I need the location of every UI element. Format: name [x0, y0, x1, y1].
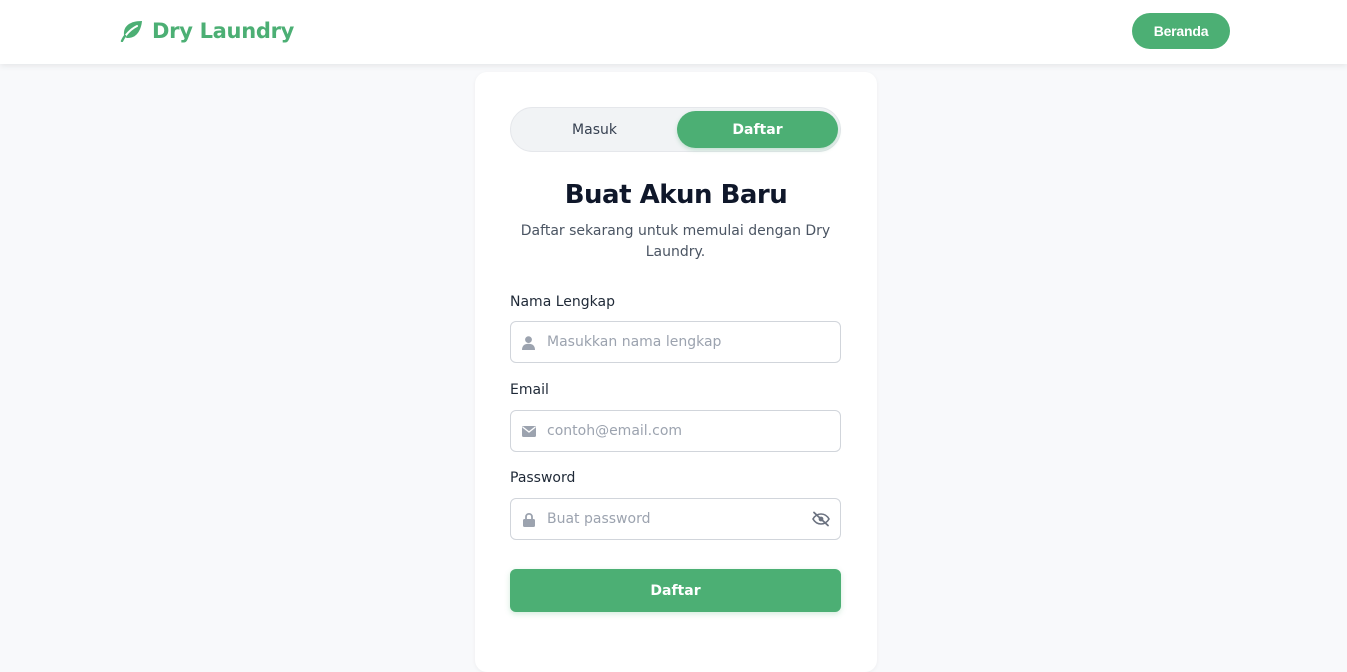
register-card: Masuk Daftar Buat Akun Baru Daftar sekar…: [475, 72, 877, 672]
eye-slash-icon[interactable]: [812, 511, 830, 527]
email-input[interactable]: [547, 411, 797, 451]
full-name-label: Nama Lengkap: [510, 294, 615, 310]
full-name-input[interactable]: [547, 322, 797, 362]
home-button[interactable]: Beranda: [1132, 13, 1230, 49]
brand-logo[interactable]: Dry Laundry: [120, 18, 294, 44]
register-submit-button[interactable]: Daftar: [510, 569, 841, 612]
auth-tabs: Masuk Daftar: [510, 107, 841, 152]
tab-register[interactable]: Daftar: [677, 111, 838, 148]
navbar: Dry Laundry Beranda: [0, 0, 1347, 64]
email-label: Email: [510, 382, 549, 398]
page-title: Buat Akun Baru: [564, 180, 788, 210]
password-field: [510, 498, 841, 540]
password-input[interactable]: [547, 499, 797, 539]
tab-login[interactable]: Masuk: [514, 111, 675, 148]
brand-name: Dry Laundry: [152, 19, 295, 43]
envelope-icon: [521, 424, 536, 439]
full-name-field: [510, 321, 841, 363]
page-subtitle: Daftar sekarang untuk memulai dengan Dry…: [520, 223, 831, 260]
password-label: Password: [510, 470, 576, 486]
lock-icon: [521, 512, 536, 527]
user-icon: [521, 335, 536, 350]
email-field: [510, 410, 841, 452]
leaf-icon: [120, 20, 144, 42]
